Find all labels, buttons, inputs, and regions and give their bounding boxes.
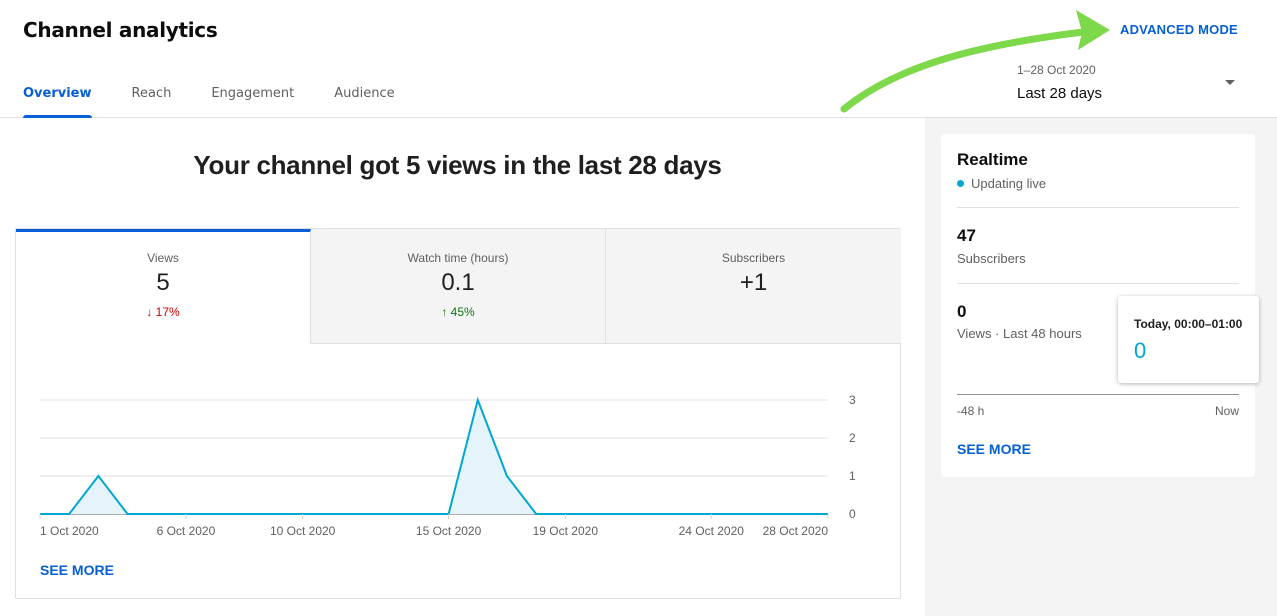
tooltip-value: 0 (1134, 338, 1147, 363)
y-tick-label: 0 (849, 507, 856, 521)
series-line (40, 396, 828, 515)
subscribers-count: 47 (957, 226, 976, 245)
area-fill (40, 400, 828, 514)
x-tick-label: 10 Oct 2020 (270, 524, 336, 538)
date-range-selector[interactable]: Last 28 days (1017, 85, 1102, 102)
divider (957, 283, 1239, 284)
tooltip-title: Today, 00:00–01:00 (1134, 317, 1243, 331)
y-tick-label: 1 (849, 469, 856, 483)
live-dot-icon (957, 180, 964, 187)
realtime-status: Updating live (957, 176, 1046, 191)
x-tick-label: 28 Oct 2020 (763, 524, 829, 538)
advanced-mode-button[interactable]: ADVANCED MODE (1120, 22, 1238, 37)
see-more-button[interactable]: SEE MORE (40, 562, 114, 578)
realtime-title: Realtime (957, 150, 1028, 169)
date-range-dates: 1–28 Oct 2020 (1017, 63, 1096, 77)
views-count: 0 (957, 302, 967, 321)
dropdown-caret-icon[interactable] (1225, 80, 1235, 85)
axis-start-label: -48 h (957, 404, 985, 418)
views-label: Views · Last 48 hours (957, 326, 1082, 341)
realtime-tooltip: Today, 00:00–01:00 0 (1118, 296, 1259, 383)
realtime-see-more-button[interactable]: SEE MORE (957, 441, 1031, 457)
x-tick-label: 1 Oct 2020 (40, 524, 99, 538)
realtime-chart-axis (957, 394, 1239, 395)
axis-end-label: Now (1214, 404, 1239, 418)
y-tick-label: 2 (849, 431, 856, 445)
x-tick-label: 15 Oct 2020 (416, 524, 482, 538)
subscribers-label: Subscribers (957, 251, 1026, 266)
status-text: Updating live (971, 176, 1047, 191)
x-tick-label: 19 Oct 2020 (533, 524, 599, 538)
x-tick-label: 6 Oct 2020 (157, 524, 216, 538)
divider (957, 207, 1239, 208)
views-chart: 0 1 2 3 1 Oct 2020 6 Oct 2020 10 Oct 2020 15 Oc… (39, 393, 856, 538)
y-tick-label: 3 (849, 393, 856, 407)
x-tick-label: 24 Oct 2020 (679, 524, 745, 538)
